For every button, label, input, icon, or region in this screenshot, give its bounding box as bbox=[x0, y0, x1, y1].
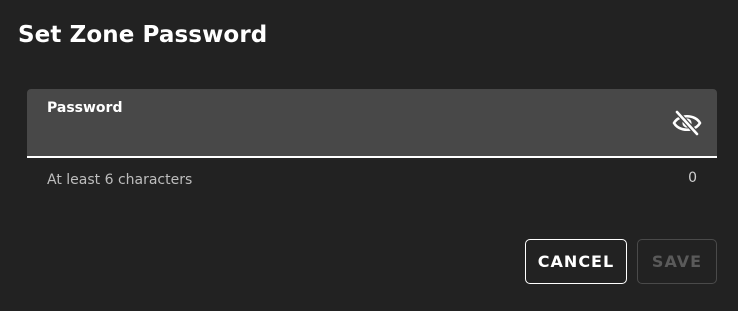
password-input[interactable] bbox=[47, 121, 667, 145]
save-button[interactable]: SAVE bbox=[637, 239, 717, 284]
eye-off-icon[interactable] bbox=[671, 109, 703, 137]
password-field-label: Password bbox=[47, 100, 123, 116]
password-field[interactable]: Password bbox=[27, 89, 717, 158]
password-helper-text: At least 6 characters bbox=[47, 172, 193, 188]
dialog-title: Set Zone Password bbox=[18, 22, 268, 48]
set-zone-password-dialog: Set Zone Password Password At least 6 ch… bbox=[0, 0, 738, 311]
cancel-button[interactable]: CANCEL bbox=[525, 239, 627, 284]
character-counter: 0 bbox=[688, 170, 697, 186]
